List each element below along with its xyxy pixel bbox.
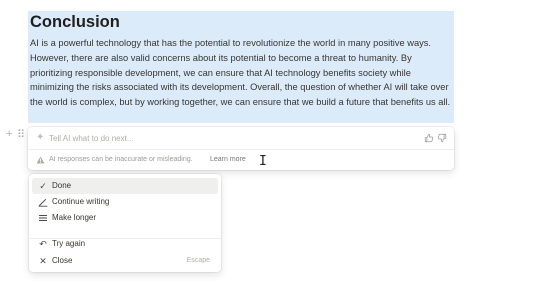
menu-item-make-longer[interactable]: Make longer — [32, 210, 218, 226]
ai-prompt-input[interactable] — [49, 131, 379, 145]
ai-actions-menu: ✓ Done Continue writing Make longer ↶ Tr… — [29, 174, 221, 272]
menu-item-label: Try again — [52, 239, 86, 248]
warning-icon — [36, 156, 45, 164]
add-block-icon[interactable]: + — [6, 128, 12, 140]
thumbs-up-icon[interactable] — [424, 133, 434, 143]
menu-item-done[interactable]: ✓ Done — [32, 178, 218, 194]
menu-item-label: Done — [52, 181, 72, 190]
pencil-icon — [38, 199, 48, 207]
check-icon: ✓ — [39, 181, 47, 191]
ai-input-row: ✦ — [28, 127, 454, 149]
ai-notice-text: AI responses can be inaccurate or mislea… — [49, 156, 193, 163]
thumbs-down-icon[interactable] — [437, 133, 447, 143]
menu-item-close[interactable]: ✕ Close Escape — [32, 253, 218, 269]
menu-item-label: Close — [52, 256, 73, 265]
learn-more-link[interactable]: Learn more — [210, 156, 246, 163]
drag-handle-icon[interactable]: ⠿ — [17, 128, 25, 141]
escape-shortcut: Escape — [186, 257, 210, 264]
page-heading: Conclusion — [30, 13, 120, 31]
menu-item-try-again[interactable]: ↶ Try again — [32, 236, 218, 252]
menu-item-label: Continue writing — [52, 197, 110, 206]
ai-prompt-panel: ✦ AI responses can be inaccurate or misl… — [28, 127, 454, 170]
ai-notice-row: AI responses can be inaccurate or mislea… — [28, 150, 454, 170]
retry-icon: ↶ — [39, 239, 47, 249]
text-cursor-icon: I — [259, 154, 267, 169]
menu-item-continue-writing[interactable]: Continue writing — [32, 194, 218, 210]
menu-item-label: Make longer — [52, 213, 97, 222]
conclusion-paragraph: AI is a powerful technology that has the… — [30, 38, 451, 108]
ai-spark-icon: ✦ — [36, 132, 45, 143]
lines-icon — [39, 215, 47, 221]
close-icon: ✕ — [39, 256, 47, 266]
